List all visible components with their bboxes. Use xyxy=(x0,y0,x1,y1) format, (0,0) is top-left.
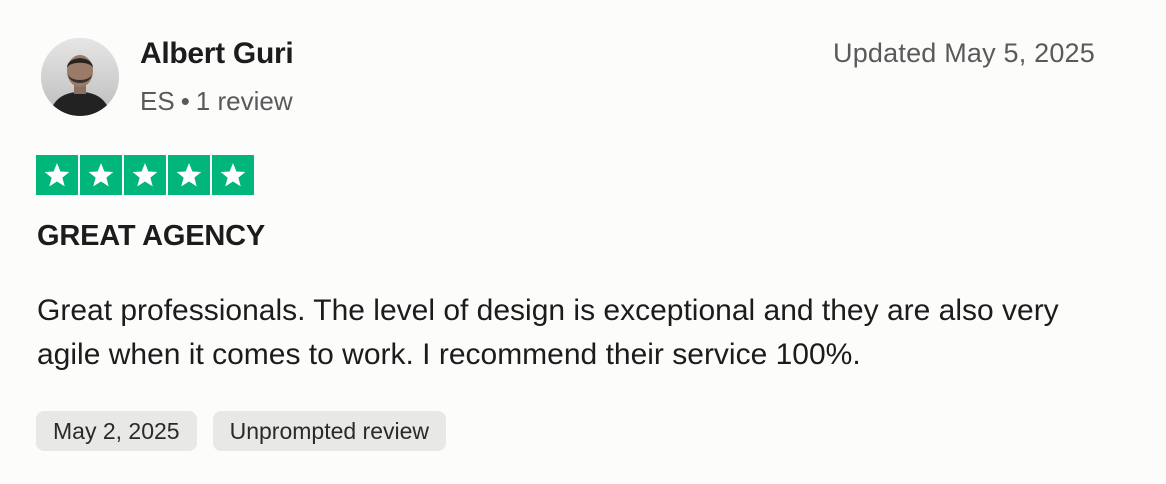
tag-review-source[interactable]: Unprompted review xyxy=(212,411,447,451)
reviewer-name[interactable]: Albert Guri xyxy=(140,37,294,71)
avatar-photo-icon xyxy=(41,38,119,116)
star-icon xyxy=(168,155,210,195)
review-body: Great professionals. The level of design… xyxy=(37,294,1059,371)
review-title[interactable]: GREAT AGENCY xyxy=(37,220,265,253)
star-icon xyxy=(80,155,122,195)
review-tags: May 2, 2025 Unprompted review xyxy=(36,411,447,451)
avatar[interactable] xyxy=(41,38,119,116)
updated-date: Updated May 5, 2025 xyxy=(833,38,1095,68)
reviewer-review-count: 1 review xyxy=(195,86,293,116)
tag-experience-date: May 2, 2025 xyxy=(36,411,197,451)
review-card: Albert Guri ES • 1 review Updated May 5, 2… xyxy=(0,0,1166,484)
star-rating xyxy=(36,155,254,195)
star-icon xyxy=(212,155,254,195)
star-icon xyxy=(124,155,166,195)
star-icon xyxy=(36,155,78,195)
meta-separator: • xyxy=(180,86,190,116)
reviewer-country: ES xyxy=(140,86,175,116)
reviewer-meta: ES • 1 review xyxy=(140,86,293,117)
